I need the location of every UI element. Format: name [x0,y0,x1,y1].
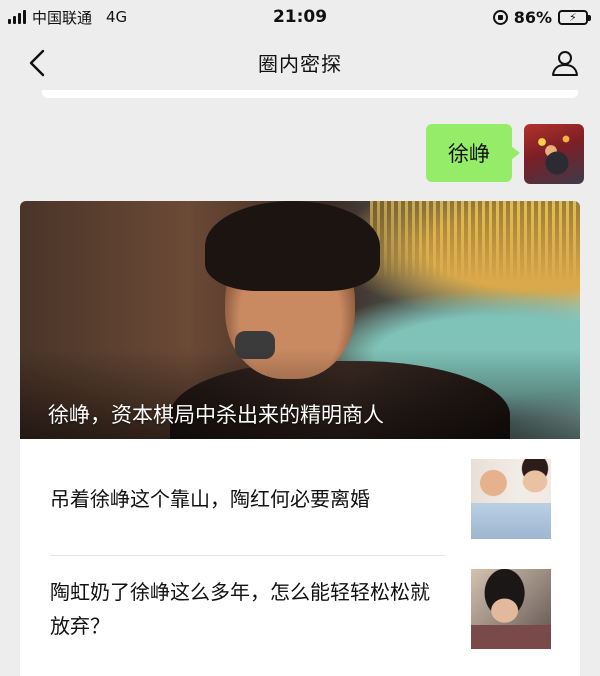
charging-icon: ⚡ [569,10,577,24]
status-left: 中国联通 4G [8,7,127,28]
article-thumbnail [471,569,551,649]
article-thumbnail [471,459,551,539]
person-icon [552,51,578,76]
back-button[interactable] [22,48,52,78]
carrier-name: 中国联通 [32,8,93,27]
chat-title: 圈内密探 [258,51,342,76]
status-time: 21:09 [272,7,328,27]
hero-title: 徐峥，资本棋局中杀出来的精明商人 [48,403,384,427]
hero-background-lights [370,201,580,281]
status-bar: 中国联通 4G 21:09 86% ⚡ [0,0,600,34]
divider [50,555,445,556]
chat-profile-button[interactable] [548,46,582,80]
article-title: 吊着徐峥这个靠山，陶红何必要离婚 [50,487,370,511]
hero-figure-hair [205,201,380,291]
chevron-left-icon [29,49,45,77]
hero-article[interactable]: 徐峥，资本棋局中杀出来的精明商人 [20,201,580,439]
article-title: 陶虹奶了徐峥这么多年，怎么能轻轻松松就放弃？ [50,580,430,638]
battery-icon: ⚡ [558,9,591,25]
orientation-lock-icon [492,9,508,25]
network-type: 4G [106,8,128,26]
message-row: 徐峥 [426,124,584,184]
status-right: 86% ⚡ [492,7,591,27]
nav-bar: 圈内密探 [0,34,600,90]
avatar[interactable] [524,124,584,184]
article-item[interactable]: 吊着徐峥这个靠山，陶红何必要离婚 [20,449,580,549]
message-bubble[interactable]: 徐峥 [426,124,520,182]
previous-card-edge [42,90,578,98]
article-card: 徐峥，资本棋局中杀出来的精明商人 吊着徐峥这个靠山，陶红何必要离婚 陶虹奶了徐峥… [20,201,580,676]
signal-icon [8,10,26,24]
battery-percent: 86% [513,7,552,27]
article-item[interactable]: 陶虹奶了徐峥这么多年，怎么能轻轻松松就放弃？ [20,561,580,661]
